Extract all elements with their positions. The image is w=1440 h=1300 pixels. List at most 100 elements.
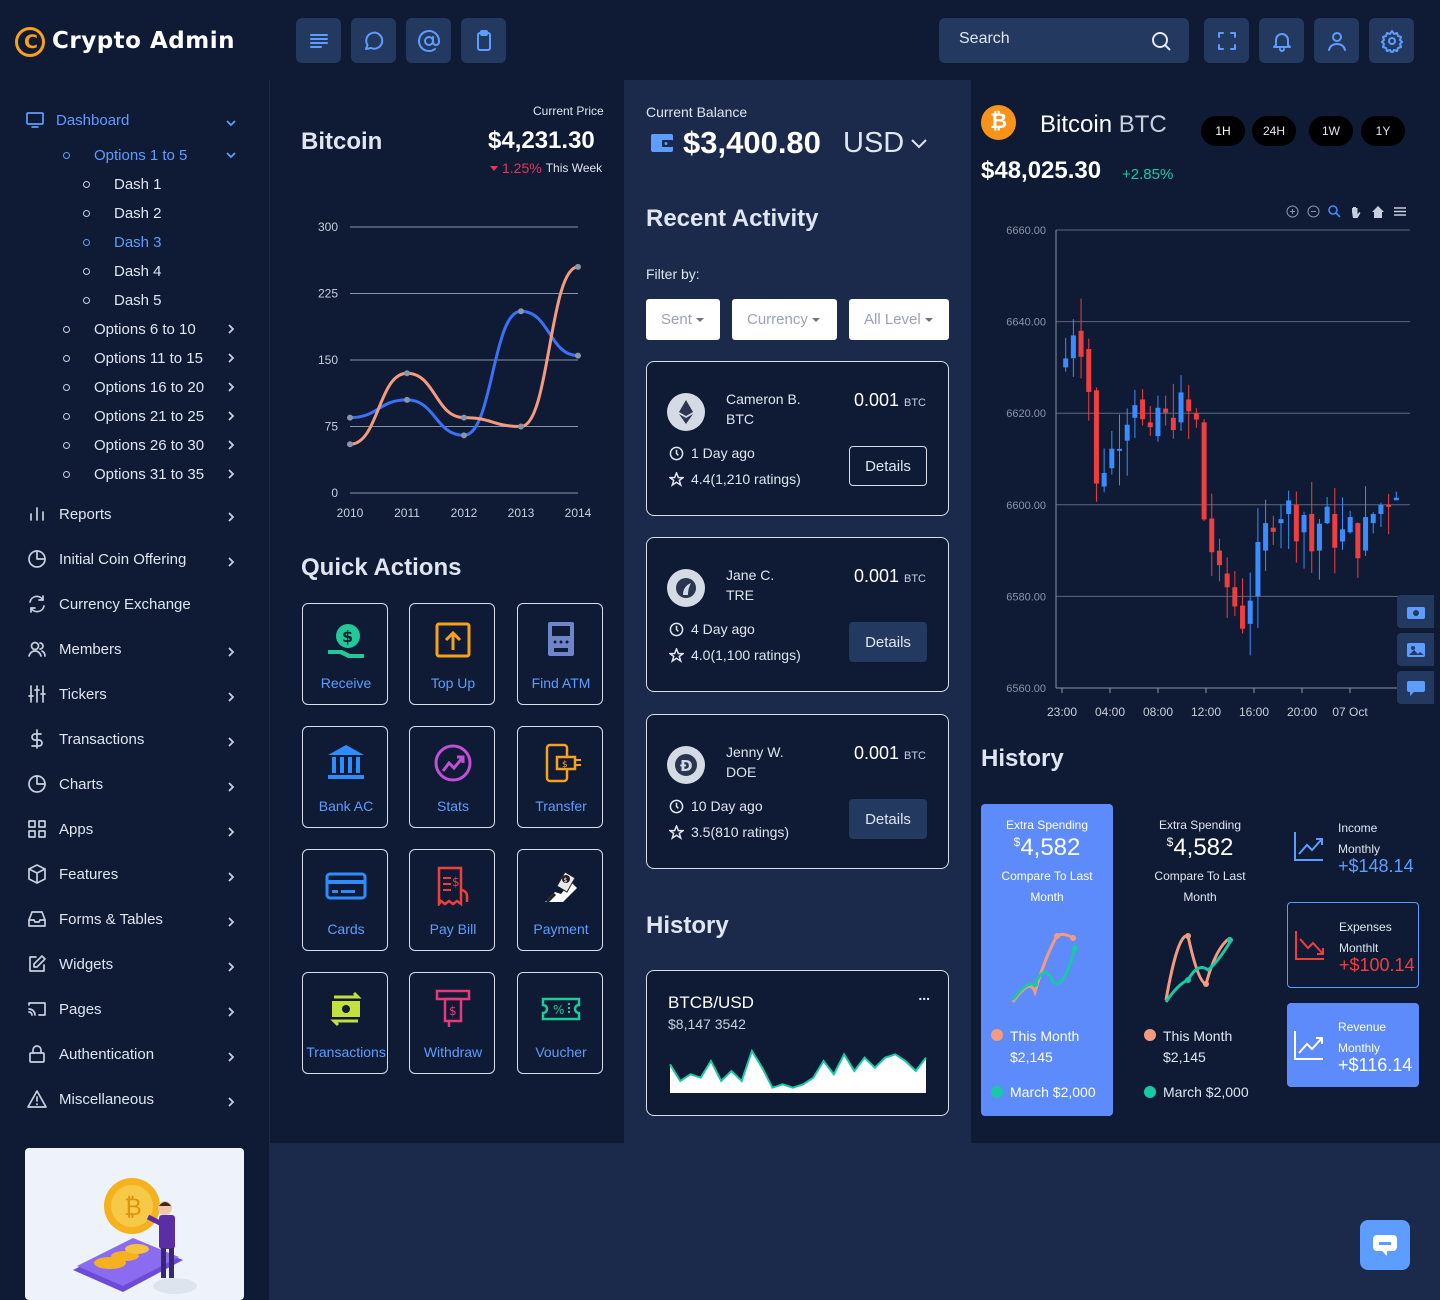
quick-action-top-up[interactable]: Top Up (409, 603, 495, 705)
price-change-period: This Week (545, 161, 603, 175)
quick-action-label: Voucher (535, 1044, 587, 1060)
activity-rating: 3.5(810 ratings) (669, 824, 789, 840)
details-button[interactable]: Details (849, 622, 927, 662)
sidebar-subgroup-options-1-5[interactable]: Options 1 to 5 (60, 141, 260, 169)
quick-action-receive[interactable]: $ Receive (302, 603, 388, 705)
filter-currency-dropdown[interactable]: Currency (732, 299, 837, 340)
activity-amount-value: 0.001 (853, 566, 899, 586)
sidebar-item-dash-1[interactable]: Dash 1 (80, 170, 230, 198)
quick-action-stats[interactable]: Stats (409, 726, 495, 828)
timeframe-1w[interactable]: 1W (1309, 116, 1353, 146)
timeframe-1y[interactable]: 1Y (1361, 116, 1405, 146)
quick-action-transactions[interactable]: Transactions (302, 972, 388, 1074)
quick-action-find-atm[interactable]: Find ATM (517, 603, 603, 705)
fullscreen-button[interactable] (1204, 18, 1249, 63)
search-input[interactable] (959, 30, 1139, 48)
sidebar-item-currency-exchange[interactable]: Currency Exchange (0, 584, 269, 624)
comment-tool-button[interactable] (1397, 671, 1434, 704)
settings-button[interactable] (1369, 18, 1414, 63)
support-chat-button[interactable] (1360, 1220, 1410, 1270)
candle-body (1186, 399, 1192, 412)
sidebar-subgroup-label: Options 31 to 35 (94, 465, 205, 483)
x-tick-label: 07 Oct (1332, 705, 1368, 719)
alert-triangle-icon (27, 1089, 47, 1109)
chat-button[interactable] (351, 18, 396, 63)
details-button[interactable]: Details (849, 799, 927, 839)
balance-currency-select[interactable]: USD (843, 127, 927, 160)
sidebar-subgroup-options-11-15[interactable]: Options 11 to 15 (60, 344, 260, 372)
sidebar-item-ico[interactable]: Initial Coin Offering (0, 539, 269, 579)
sidebar-item-authentication[interactable]: Authentication (0, 1034, 269, 1074)
quick-action-label: Find ATM (531, 675, 591, 691)
history-right-title: History (981, 745, 1064, 772)
income-label: Income Monthly (1338, 818, 1380, 860)
sidebar-subgroup-label: Options 1 to 5 (94, 146, 188, 164)
sidebar-item-miscellaneous[interactable]: Miscellaneous (0, 1079, 269, 1119)
sidebar-item-members[interactable]: Members (0, 629, 269, 669)
sidebar-item-forms-tables[interactable]: Forms & Tables (0, 899, 269, 939)
profile-button[interactable] (1314, 18, 1359, 63)
sidebar-item-reports[interactable]: Reports (0, 494, 269, 534)
sidebar-subgroup-options-31-35[interactable]: Options 31 to 35 (60, 460, 260, 488)
sidebar-item-apps[interactable]: Apps (0, 809, 269, 849)
sidebar-item-features[interactable]: Features (0, 854, 269, 894)
candle-body (1070, 335, 1076, 359)
filter-level-dropdown[interactable]: All Level (849, 299, 949, 340)
quick-action-cards[interactable]: Cards (302, 849, 388, 951)
activity-time: 10 Day ago (669, 798, 763, 814)
mention-button[interactable] (406, 18, 451, 63)
sidebar-item-dashboard[interactable]: Dashboard (0, 100, 269, 140)
search-icon[interactable] (1149, 29, 1173, 53)
sidebar-item-dash-2[interactable]: Dash 2 (80, 199, 230, 227)
svg-text:$: $ (562, 760, 568, 770)
sidebar-subgroup-options-26-30[interactable]: Options 26 to 30 (60, 431, 260, 459)
candle-body (1155, 407, 1161, 437)
sidebar-item-dash-5[interactable]: Dash 5 (80, 286, 230, 314)
quick-action-bank-ac[interactable]: Bank AC (302, 726, 388, 828)
y-tick-label: 225 (318, 287, 338, 301)
timeframe-24h[interactable]: 24H (1252, 116, 1296, 146)
cast-icon (27, 999, 47, 1019)
candle-body (1316, 523, 1322, 551)
this-month-label: This Month (1010, 1028, 1080, 1044)
filter-sent-dropdown[interactable]: Sent (646, 299, 720, 340)
sidebar-item-dash-3[interactable]: Dash 3 (80, 228, 230, 256)
bitcoin-line-chart: 300 225 150 75 0 2010 2011 2012 2013 2014 (318, 220, 592, 520)
quick-action-transfer[interactable]: $ Transfer (517, 726, 603, 828)
notifications-button[interactable] (1259, 18, 1304, 63)
sidebar-item-charts[interactable]: Charts (0, 764, 269, 804)
clipboard-button[interactable] (461, 18, 506, 63)
camera-tool-button[interactable] (1397, 595, 1434, 628)
quick-action-withdraw[interactable]: $ Withdraw (409, 972, 495, 1074)
sidebar-item-widgets[interactable]: Widgets (0, 944, 269, 984)
logo-icon (15, 27, 45, 57)
sidebar-item-dash-4[interactable]: Dash 4 (80, 257, 230, 285)
sidebar-item-transactions[interactable]: Transactions (0, 719, 269, 759)
sidebar-item-label: Charts (59, 775, 104, 793)
stats-icon (434, 744, 472, 782)
sidebar-subgroup-label: Options 16 to 20 (94, 378, 205, 396)
menu-toggle-button[interactable] (296, 18, 341, 63)
more-menu-icon[interactable]: ... (918, 987, 930, 1003)
quick-action-label: Payment (533, 921, 589, 937)
sidebar-subgroup-options-16-20[interactable]: Options 16 to 20 (60, 373, 260, 401)
candle-body (1224, 573, 1230, 588)
data-point (518, 423, 524, 430)
image-tool-button[interactable] (1397, 633, 1434, 666)
sidebar-subgroup-options-6-10[interactable]: Options 6 to 10 (60, 315, 260, 343)
legend-dot-march (1144, 1086, 1156, 1098)
sidebar-item-tickers[interactable]: Tickers (0, 674, 269, 714)
details-button[interactable]: Details (849, 446, 927, 486)
sidebar-item-pages[interactable]: Pages (0, 989, 269, 1029)
chevron-right-icon (226, 466, 236, 483)
clock-icon (669, 799, 684, 813)
quick-action-payment[interactable]: $ Payment (517, 849, 603, 951)
quick-action-voucher[interactable]: % Voucher (517, 972, 603, 1074)
candle-body (1278, 519, 1284, 524)
sidebar-subgroup-options-21-25[interactable]: Options 21 to 25 (60, 402, 260, 430)
legend-dot-march (991, 1086, 1003, 1098)
money-hand-icon: $ (328, 624, 364, 658)
spending-amount: $4,582 (1134, 834, 1266, 862)
timeframe-1h[interactable]: 1H (1201, 116, 1245, 146)
quick-action-pay-bill[interactable]: $ Pay Bill (409, 849, 495, 951)
